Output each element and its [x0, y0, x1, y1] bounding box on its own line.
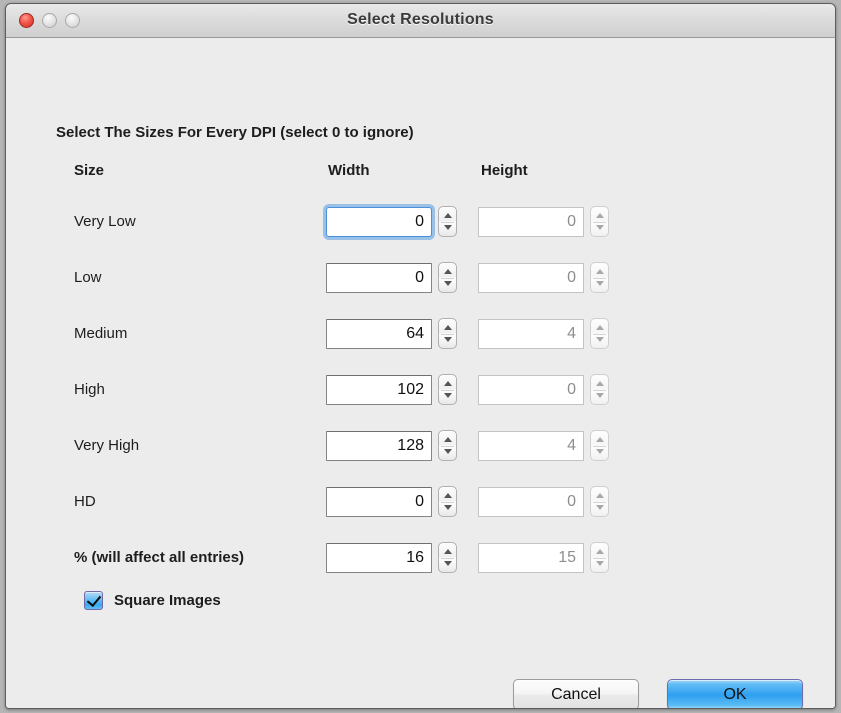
stepper-up-icon[interactable] [444, 493, 452, 498]
dialog-content: Select The Sizes For Every DPI (select 0… [6, 38, 835, 709]
row-label: Very High [74, 437, 139, 454]
column-header-width: Width [328, 162, 370, 179]
stepper-up-icon[interactable] [596, 213, 604, 218]
stepper-down-icon[interactable] [444, 505, 452, 510]
height-input[interactable] [478, 263, 584, 293]
height-field-group [478, 262, 609, 293]
stepper-down-icon[interactable] [596, 281, 604, 286]
height-field-group [478, 318, 609, 349]
stepper-down-icon[interactable] [596, 393, 604, 398]
width-field-group [326, 486, 457, 517]
width-field-group [326, 374, 457, 405]
stepper-down-icon[interactable] [444, 225, 452, 230]
stepper-down-icon[interactable] [444, 449, 452, 454]
ok-button[interactable]: OK [667, 679, 803, 709]
stepper[interactable] [590, 430, 609, 461]
stepper-down-icon[interactable] [596, 225, 604, 230]
stepper-up-icon[interactable] [596, 381, 604, 386]
stepper[interactable] [590, 318, 609, 349]
resolution-row: Very High [6, 430, 835, 464]
height-input[interactable] [478, 375, 584, 405]
stepper-down-icon[interactable] [596, 561, 604, 566]
window-title: Select Resolutions [6, 11, 835, 29]
resolution-row: High [6, 374, 835, 408]
height-input[interactable] [478, 487, 584, 517]
height-input[interactable] [478, 207, 584, 237]
resolution-row: Low [6, 262, 835, 296]
row-label: % (will affect all entries) [74, 549, 244, 566]
height-field-group [478, 374, 609, 405]
stepper-up-icon[interactable] [444, 213, 452, 218]
height-input[interactable] [478, 431, 584, 461]
height-field-group [478, 542, 609, 573]
width-field-group [326, 318, 457, 349]
stepper[interactable] [438, 430, 457, 461]
stepper[interactable] [438, 374, 457, 405]
stepper[interactable] [438, 542, 457, 573]
height-input[interactable] [478, 319, 584, 349]
stepper[interactable] [438, 262, 457, 293]
stepper[interactable] [438, 206, 457, 237]
row-label: Low [74, 269, 102, 286]
column-header-height: Height [481, 162, 528, 179]
square-images-checkbox[interactable] [84, 591, 103, 610]
row-label: Very Low [74, 213, 136, 230]
stepper[interactable] [590, 542, 609, 573]
stepper-down-icon[interactable] [444, 337, 452, 342]
column-header-size: Size [74, 162, 104, 179]
width-input[interactable] [326, 375, 432, 405]
stepper-down-icon[interactable] [596, 449, 604, 454]
stepper[interactable] [438, 486, 457, 517]
width-field-group [326, 206, 457, 237]
stepper-up-icon[interactable] [444, 381, 452, 386]
height-field-group [478, 486, 609, 517]
check-icon [87, 592, 101, 607]
stepper-down-icon[interactable] [444, 393, 452, 398]
stepper[interactable] [590, 486, 609, 517]
stepper-down-icon[interactable] [444, 561, 452, 566]
stepper[interactable] [590, 206, 609, 237]
stepper-up-icon[interactable] [444, 549, 452, 554]
width-input[interactable] [326, 543, 432, 573]
stepper-down-icon[interactable] [596, 337, 604, 342]
stepper-up-icon[interactable] [444, 269, 452, 274]
cancel-button[interactable]: Cancel [513, 679, 639, 709]
width-input[interactable] [326, 263, 432, 293]
width-field-group [326, 542, 457, 573]
width-field-group [326, 430, 457, 461]
stepper-up-icon[interactable] [444, 325, 452, 330]
resolution-row: Medium [6, 318, 835, 352]
stepper-down-icon[interactable] [444, 281, 452, 286]
stepper-up-icon[interactable] [444, 437, 452, 442]
stepper[interactable] [438, 318, 457, 349]
stepper-up-icon[interactable] [596, 437, 604, 442]
form-heading: Select The Sizes For Every DPI (select 0… [56, 124, 414, 141]
row-label: Medium [74, 325, 127, 342]
width-input[interactable] [326, 207, 432, 237]
select-resolutions-dialog: Select Resolutions Select The Sizes For … [5, 3, 836, 709]
width-field-group [326, 262, 457, 293]
stepper[interactable] [590, 262, 609, 293]
row-label: High [74, 381, 105, 398]
resolution-row: % (will affect all entries) [6, 542, 835, 576]
title-bar: Select Resolutions [6, 4, 835, 38]
stepper-up-icon[interactable] [596, 269, 604, 274]
stepper-up-icon[interactable] [596, 493, 604, 498]
width-input[interactable] [326, 487, 432, 517]
row-label: HD [74, 493, 96, 510]
stepper-down-icon[interactable] [596, 505, 604, 510]
stepper-up-icon[interactable] [596, 549, 604, 554]
height-input[interactable] [478, 543, 584, 573]
stepper-up-icon[interactable] [596, 325, 604, 330]
resolution-row: HD [6, 486, 835, 520]
height-field-group [478, 206, 609, 237]
square-images-label: Square Images [114, 592, 221, 609]
height-field-group [478, 430, 609, 461]
square-images-row[interactable]: Square Images [84, 591, 221, 610]
width-input[interactable] [326, 431, 432, 461]
resolution-row: Very Low [6, 206, 835, 240]
stepper[interactable] [590, 374, 609, 405]
width-input[interactable] [326, 319, 432, 349]
